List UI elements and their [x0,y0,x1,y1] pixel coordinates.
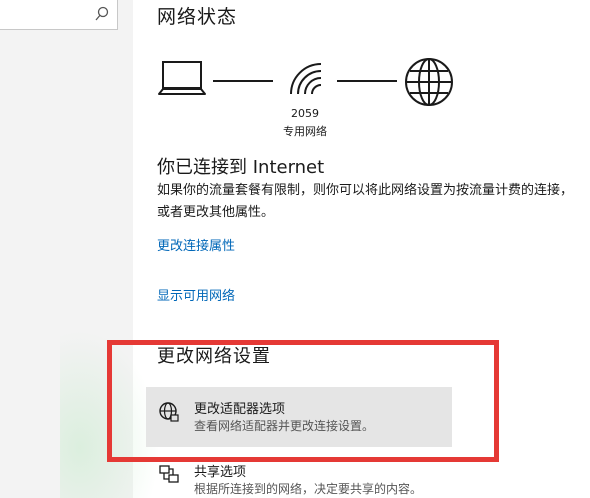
laptop-icon [158,61,206,95]
wifi-icon [290,63,322,95]
network-name: 2059 [291,107,319,120]
connection-status-heading: 你已连接到 Internet [157,157,325,178]
globe-icon [405,58,453,106]
sharing-icon [159,465,179,483]
option-subtitle: 查看网络适配器并更改连接设置。 [194,419,375,433]
connection-description: 如果你的流量套餐有限制，则你可以将此网络设置为按流量计费的连接，或者更改其他属性… [157,183,574,220]
change-connection-properties-link[interactable]: 更改连接属性 [157,235,235,254]
sharing-options-button[interactable]: 共享选项 根据所连接到的网络，决定要共享的内容。 [146,456,452,498]
nav-background-glow [60,330,160,498]
option-title: 共享选项 [194,465,247,480]
network-diagram: 2059 专用网络 [157,52,457,142]
change-network-settings-title: 更改网络设置 [157,346,271,367]
option-title: 更改适配器选项 [194,402,286,417]
network-type: 专用网络 [283,125,327,138]
navigation-pane [0,0,160,498]
connection-line-1 [213,80,273,82]
search-icon[interactable] [94,5,110,23]
connection-line-2 [337,80,397,82]
adapter-globe-icon [159,402,179,422]
search-input[interactable] [0,0,118,30]
network-status-title: 网络状态 [157,6,238,28]
change-adapter-options-button[interactable]: 更改适配器选项 查看网络适配器并更改连接设置。 [146,387,452,447]
show-available-networks-link[interactable]: 显示可用网络 [157,285,235,304]
option-subtitle: 根据所连接到的网络，决定要共享的内容。 [194,482,423,496]
